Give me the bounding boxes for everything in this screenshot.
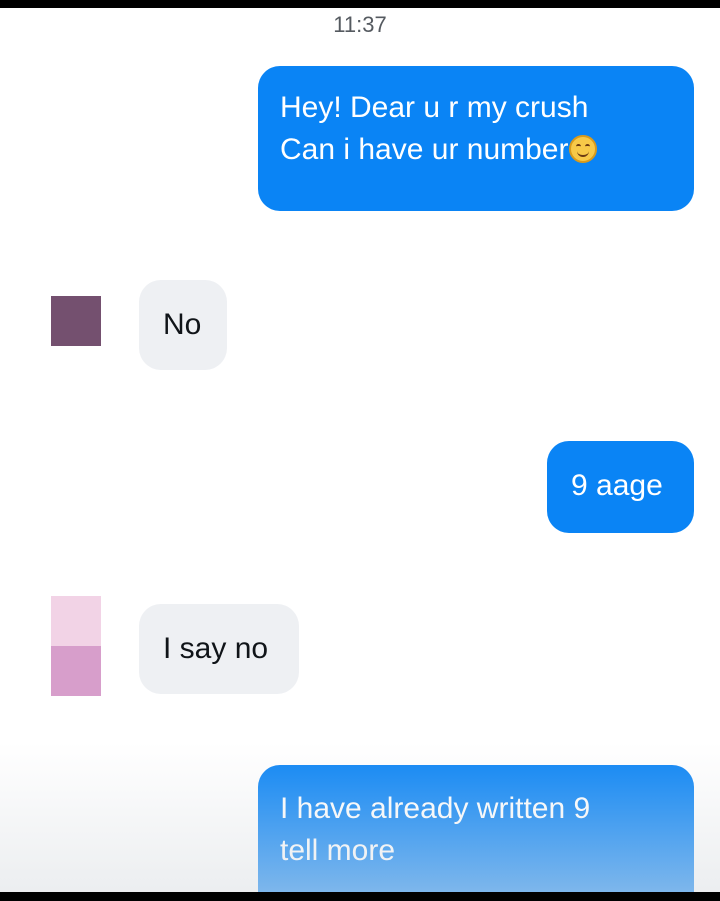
incoming-message-bubble[interactable]: No	[139, 280, 227, 370]
smiling-face-emoji-icon	[568, 135, 597, 163]
avatar[interactable]	[51, 596, 101, 696]
message-line-with-emoji: Can i have ur number	[280, 129, 672, 171]
message-text: No	[163, 308, 202, 341]
outgoing-message-bubble[interactable]: I have already written 9 tell more	[258, 765, 694, 892]
message-line: Hey! Dear u r my crush	[280, 91, 589, 124]
message-text: I say no	[163, 632, 269, 665]
outgoing-message-bubble[interactable]: 9 aage	[547, 441, 694, 533]
message-timestamp: 11:37	[333, 12, 387, 37]
incoming-message-bubble[interactable]: I say no	[139, 604, 299, 694]
chat-screen: 11:37 Hey! Dear u r my crush Can i have …	[0, 8, 720, 892]
message-text: 9 aage	[571, 469, 663, 502]
message-line: tell more	[280, 834, 396, 867]
avatar[interactable]	[51, 296, 101, 346]
outgoing-message-bubble[interactable]: Hey! Dear u r my crush Can i have ur num…	[258, 66, 694, 211]
message-line: I have already written 9	[280, 792, 591, 825]
message-line: Can i have ur number	[280, 133, 569, 166]
